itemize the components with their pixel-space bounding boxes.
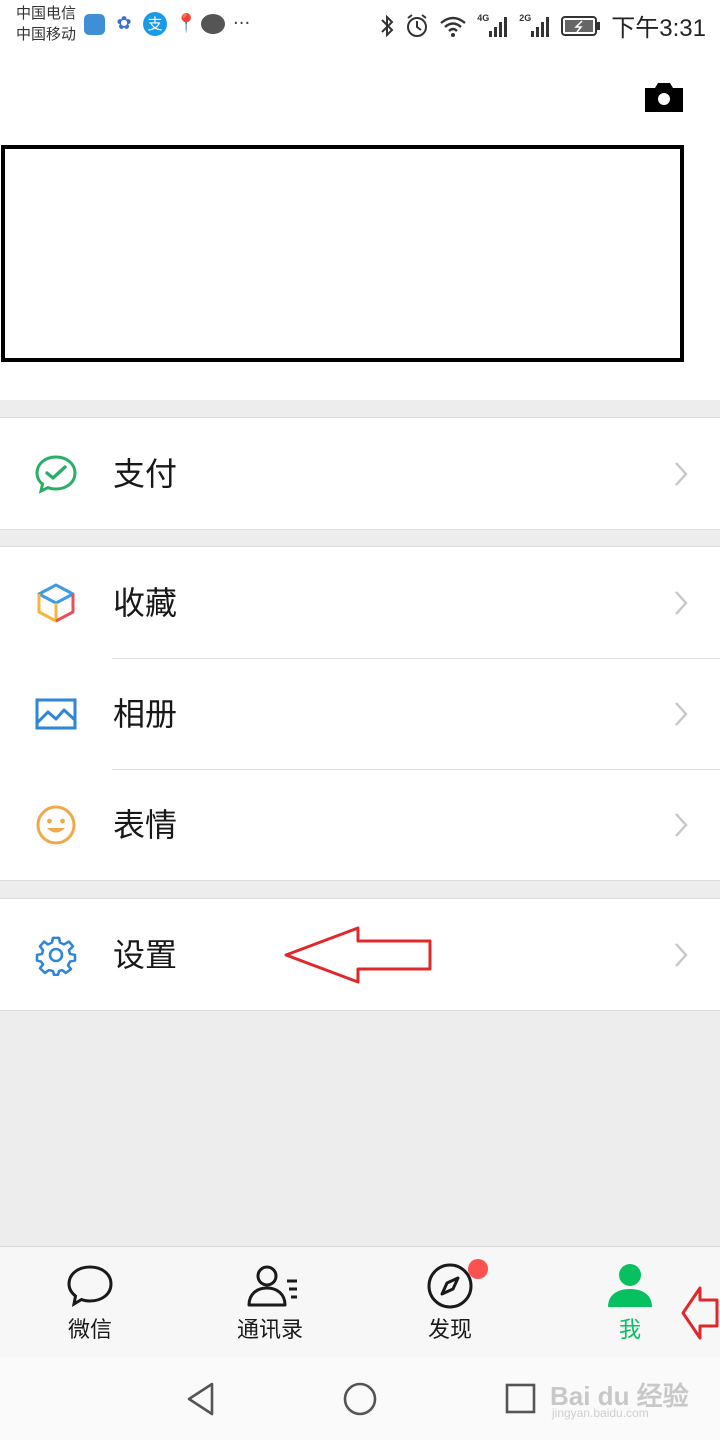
notification-icons: ✿ 支 📍 ··· — [84, 12, 250, 36]
bluetooth-icon — [381, 14, 394, 37]
wifi-icon — [440, 16, 467, 37]
carrier-1: 中国电信 — [16, 4, 77, 22]
alipay-app-icon: 支 — [143, 12, 167, 36]
menu-item-favorites[interactable]: 收藏 — [0, 547, 720, 658]
camera-icon[interactable] — [643, 80, 685, 114]
menu-item-album[interactable]: 相册 — [0, 658, 720, 769]
menu-label-settings: 设置 — [113, 936, 178, 974]
contacts-icon — [247, 1265, 297, 1307]
menu-label-favorites: 收藏 — [113, 584, 178, 622]
system-nav-bar: Bai du 经验 jingyan.baidu.com — [0, 1358, 720, 1440]
chat-icon — [67, 1265, 113, 1308]
chat-bubble-icon — [201, 14, 225, 34]
album-image-icon — [35, 698, 77, 730]
chevron-right-icon — [675, 702, 688, 726]
section-pay: 支付 — [0, 417, 720, 530]
chevron-right-icon — [675, 591, 688, 615]
signal-4g: 4G — [477, 13, 509, 39]
baidu-watermark-url: jingyan.baidu.com — [552, 1406, 649, 1420]
status-bar: 中国电信 中国移动 ✿ 支 📍 ··· 4G 2G 下午3:31 — [0, 0, 720, 50]
back-triangle-icon[interactable] — [184, 1380, 218, 1418]
system-status: 4G 2G 下午3:31 — [379, 8, 706, 43]
gear-icon — [35, 936, 77, 976]
carrier-2: 中国移动 — [16, 25, 77, 43]
menu-label-album: 相册 — [113, 695, 178, 733]
tab-label-contacts: 通讯录 — [236, 1318, 303, 1343]
tab-chats[interactable]: 微信 — [0, 1247, 180, 1359]
signal-2g: 2G — [519, 13, 551, 39]
shield-app-icon — [84, 13, 105, 35]
map-pin-icon: 📍 — [175, 13, 198, 34]
profile-header — [0, 50, 720, 400]
signal-icon — [531, 16, 550, 37]
baidu-app-icon: ✿ — [116, 13, 132, 34]
chevron-right-icon — [675, 943, 688, 967]
menu-item-stickers[interactable]: 表情 — [0, 769, 720, 880]
tab-discover[interactable]: 发现 — [360, 1247, 540, 1359]
discover-badge-dot — [468, 1259, 488, 1279]
bottom-tab-bar: 微信 通讯录 发现 我 — [0, 1246, 720, 1358]
carrier-info: 中国电信 中国移动 — [16, 3, 76, 45]
menu-item-pay[interactable]: 支付 — [0, 418, 720, 529]
chevron-right-icon — [675, 813, 688, 837]
tab-contacts[interactable]: 通讯录 — [180, 1247, 360, 1359]
battery-icon — [561, 15, 601, 36]
annotation-arrow-me-tab — [681, 1286, 719, 1340]
section-collections: 收藏 相册 表情 — [0, 546, 720, 881]
wechat-pay-icon — [35, 455, 77, 494]
tab-label-discover: 发现 — [427, 1318, 472, 1343]
person-icon — [608, 1264, 652, 1307]
clock: 下午3:31 — [611, 15, 706, 42]
tab-label-chats: 微信 — [67, 1318, 112, 1343]
recents-square-icon[interactable] — [503, 1380, 537, 1418]
annotation-arrow-settings — [284, 926, 432, 984]
more-notifications-icon: ··· — [233, 13, 251, 34]
favorites-cube-icon — [37, 583, 75, 623]
menu-label-stickers: 表情 — [113, 806, 178, 844]
menu-label-pay: 支付 — [113, 455, 178, 493]
smiley-icon — [36, 805, 76, 845]
alarm-icon — [407, 13, 428, 37]
signal-icon — [489, 16, 508, 37]
home-circle-icon[interactable] — [342, 1380, 378, 1418]
profile-card-redacted[interactable] — [1, 145, 684, 362]
chevron-right-icon — [675, 462, 688, 486]
